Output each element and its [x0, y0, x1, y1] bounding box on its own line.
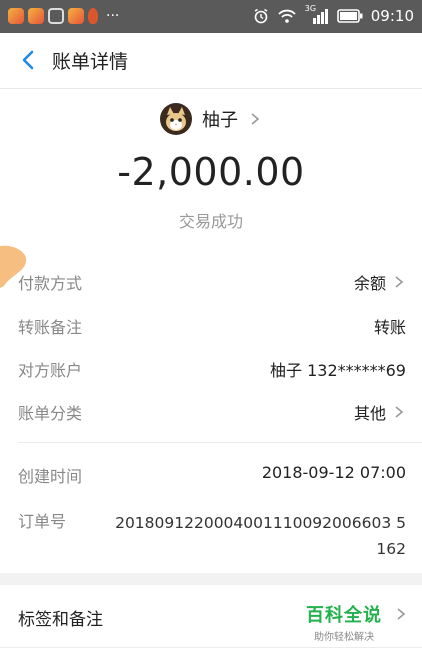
- notification-icons: ···: [8, 8, 119, 24]
- status-bar: ··· 3G 09:10: [0, 0, 422, 33]
- category-row[interactable]: 账单分类 其他: [18, 397, 406, 423]
- counter-account-value: 柚子 132******69: [270, 361, 406, 380]
- section-gap: [0, 573, 422, 585]
- order-number-value: 2018091220004001110092006603 5162: [115, 514, 406, 558]
- app-icon: [8, 8, 24, 24]
- chevron-right-icon: [397, 608, 406, 620]
- clock: 09:10: [370, 7, 414, 25]
- payment-method-text: 余额: [353, 274, 386, 293]
- chevron-right-icon: [395, 406, 404, 418]
- amount: -2,000.00: [117, 150, 305, 194]
- category-label: 账单分类: [18, 404, 83, 423]
- transfer-note-value: 转账: [373, 318, 406, 337]
- next-section-partial: [0, 647, 422, 670]
- divider: [18, 442, 422, 443]
- order-number-label: 订单号: [18, 512, 67, 531]
- watermark-main: 百科全说: [306, 605, 382, 626]
- cat-avatar-icon: [160, 103, 192, 135]
- transaction-status: 交易成功: [178, 212, 243, 231]
- watermark-sub: 助你轻松解决: [314, 632, 374, 643]
- more-notifications: ···: [106, 8, 120, 24]
- status-right: 3G 09:10: [253, 4, 414, 25]
- chevron-right-icon: [251, 113, 260, 125]
- category-text: 其他: [353, 404, 386, 423]
- counter-account-label: 对方账户: [18, 361, 83, 380]
- alarm-icon: [254, 8, 268, 24]
- app-icon: [68, 8, 84, 24]
- app-icon: [28, 8, 44, 24]
- back-icon[interactable]: [16, 47, 42, 73]
- tags-notes-label: 标签和备注: [18, 610, 103, 630]
- fire-icon: [88, 8, 98, 24]
- nav-header: 账单详情: [0, 33, 422, 89]
- created-time-label: 创建时间: [18, 467, 83, 486]
- payment-method-label: 付款方式: [18, 274, 83, 293]
- transfer-note-label: 转账备注: [18, 318, 83, 337]
- wifi-icon: [278, 9, 296, 23]
- signal-icon: [312, 9, 328, 24]
- watermark-logo: 百科全说 助你轻松解决: [306, 601, 382, 643]
- avatar: [160, 103, 192, 135]
- created-time-row: 创建时间 2018-09-12 07:00: [18, 460, 406, 486]
- payment-method-row[interactable]: 付款方式 余额: [18, 267, 406, 293]
- page-title: 账单详情: [52, 51, 129, 73]
- counterparty-name: 柚子: [202, 110, 238, 131]
- created-time-value: 2018-09-12 07:00: [261, 463, 406, 482]
- tags-notes-row[interactable]: 标签和备注 百科全说 助你轻松解决: [0, 585, 422, 647]
- battery-icon: [336, 9, 363, 23]
- signal-indicator: 3G: [305, 4, 329, 24]
- transfer-note-row: 转账备注 转账: [18, 311, 406, 337]
- category-value: 其他: [354, 400, 406, 424]
- counter-account-row: 对方账户 柚子 132******69: [18, 354, 406, 380]
- chevron-right-icon: [395, 276, 404, 288]
- payment-method-value: 余额: [354, 270, 406, 294]
- gallery-icon: [48, 8, 64, 24]
- counterparty-link[interactable]: 柚子: [0, 103, 422, 135]
